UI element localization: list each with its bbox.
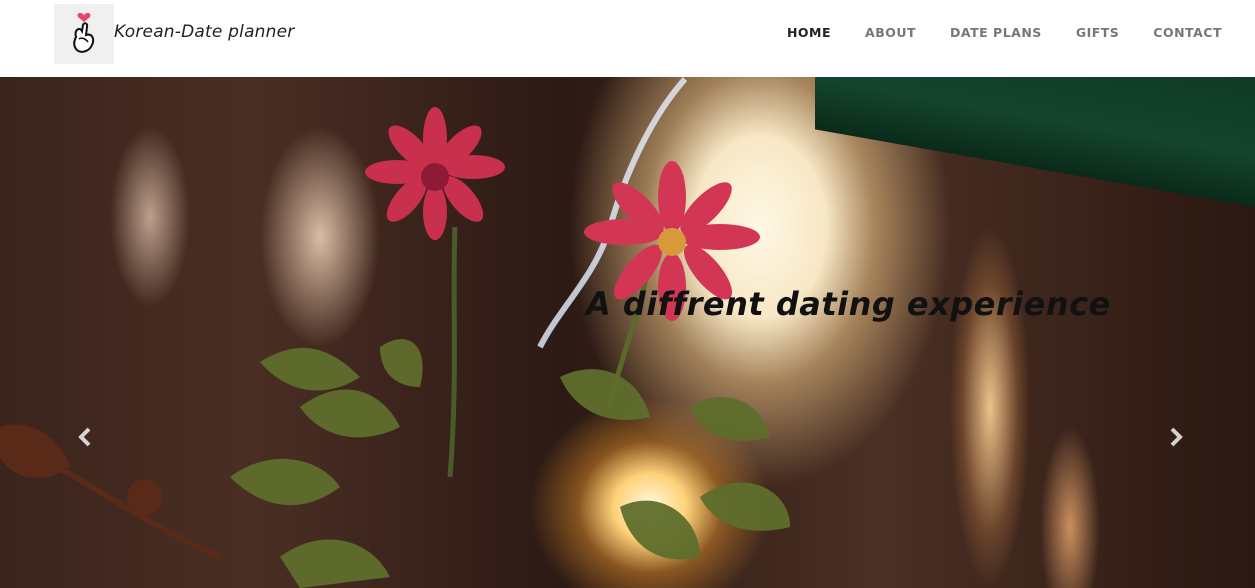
nav-home[interactable]: HOME bbox=[770, 24, 848, 42]
carousel-next-button[interactable] bbox=[1161, 422, 1191, 452]
brand-name[interactable]: Korean-Date planner bbox=[114, 22, 294, 42]
main-nav: HOME ABOUT DATE PLANS GIFTS CONTACT bbox=[770, 24, 1239, 42]
nav-contact[interactable]: CONTACT bbox=[1136, 24, 1239, 42]
hero-carousel: A diffrent dating experience bbox=[0, 77, 1255, 588]
chevron-left-icon bbox=[78, 427, 91, 447]
nav-date-plans[interactable]: DATE PLANS bbox=[933, 24, 1059, 42]
navbar: Korean-Date planner HOME ABOUT DATE PLAN… bbox=[0, 0, 1255, 77]
nav-about[interactable]: ABOUT bbox=[848, 24, 933, 42]
carousel-prev-button[interactable] bbox=[70, 422, 100, 452]
finger-heart-icon bbox=[73, 12, 95, 53]
hero-flower-image bbox=[0, 77, 790, 588]
chevron-right-icon bbox=[1170, 427, 1183, 447]
hero-headline: A diffrent dating experience bbox=[586, 285, 1111, 323]
nav-gifts[interactable]: GIFTS bbox=[1059, 24, 1136, 42]
brand-logo[interactable] bbox=[54, 4, 114, 64]
